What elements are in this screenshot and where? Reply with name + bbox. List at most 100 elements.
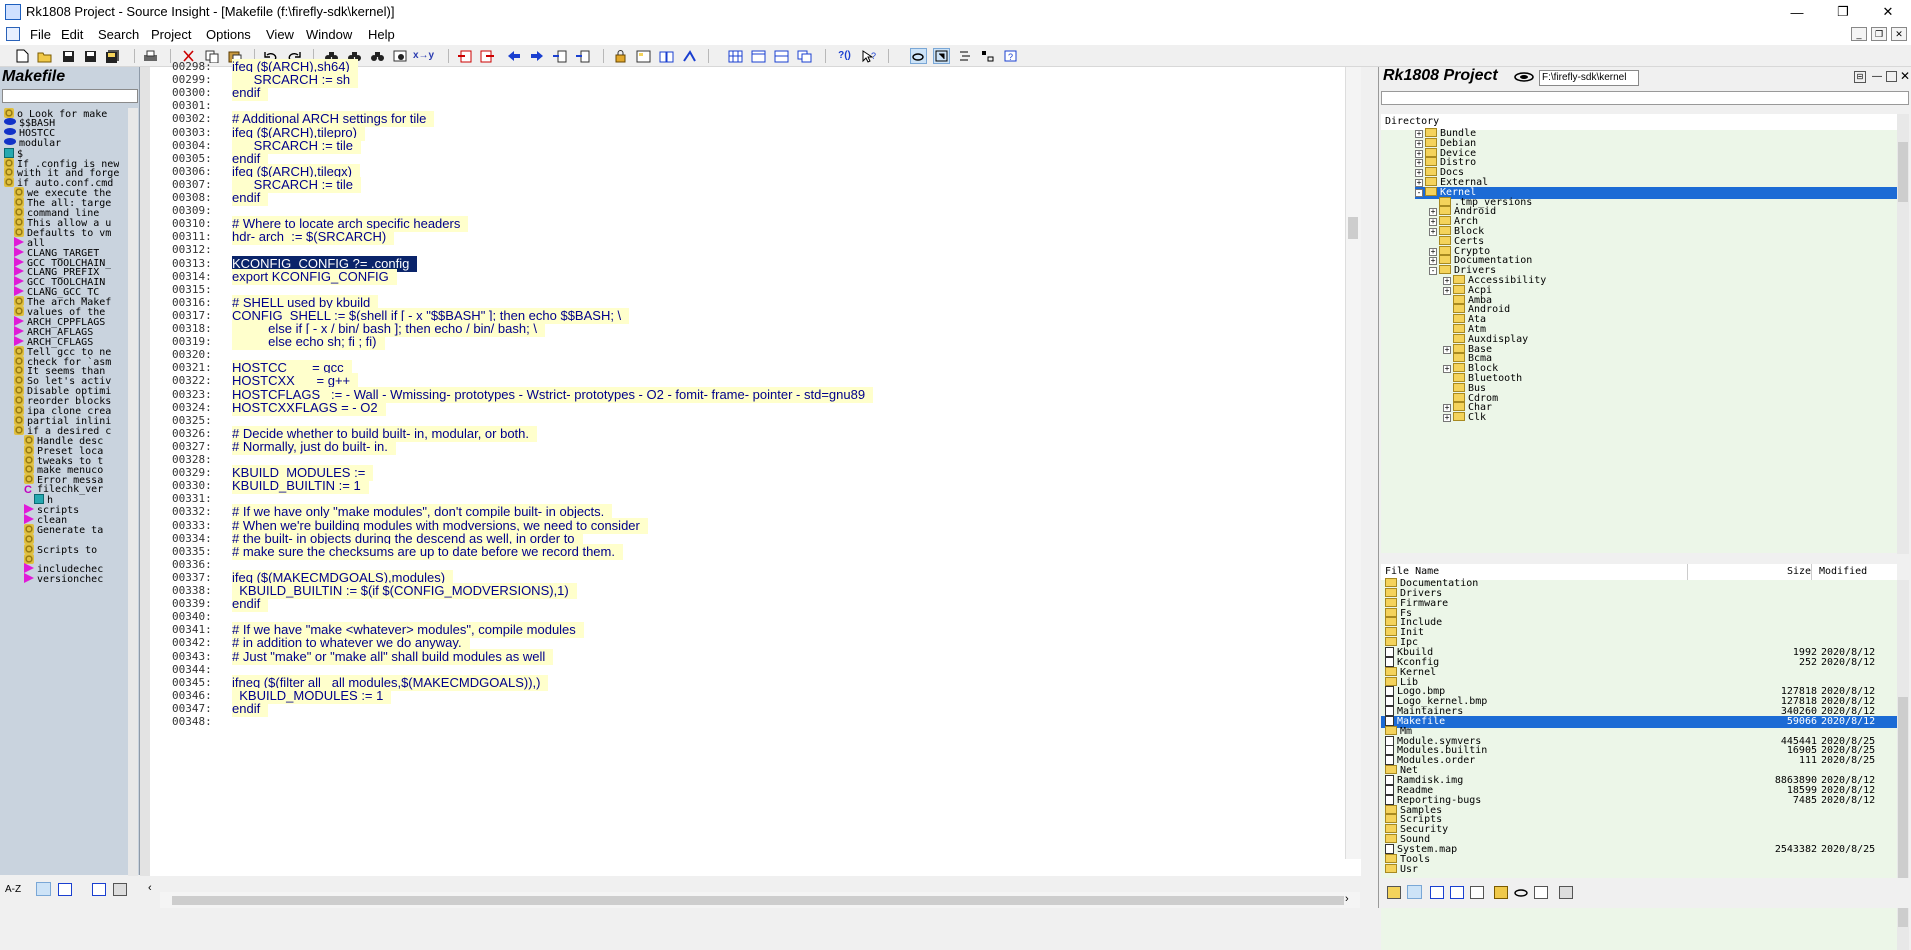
code-line[interactable]: KBUILD_BUILTIN := 1 [232, 478, 369, 495]
document-icon[interactable] [6, 27, 20, 41]
close-button[interactable]: ✕ [1865, 0, 1911, 24]
save-all-icon[interactable] [104, 48, 121, 64]
panel-pin-icon[interactable]: ⊟ [1854, 71, 1866, 83]
category-icon[interactable] [1470, 886, 1484, 899]
expand-icon[interactable]: + [1429, 247, 1437, 256]
settings-icon[interactable] [113, 883, 127, 896]
relation-graph-icon[interactable] [933, 48, 950, 64]
expand-icon[interactable]: + [1443, 286, 1451, 295]
search-forward-icon[interactable] [369, 48, 386, 64]
bookmark-forward-icon[interactable] [479, 48, 496, 64]
new-file-icon[interactable] [14, 48, 31, 64]
open-folder-icon[interactable] [36, 48, 53, 64]
book-icon[interactable] [1450, 886, 1464, 899]
splitter[interactable] [1361, 67, 1378, 876]
layout-cascade-icon[interactable] [796, 48, 813, 64]
mdi-close-button[interactable]: ✕ [1891, 27, 1907, 41]
mdi-minimize-button[interactable]: _ [1851, 27, 1867, 41]
expand-icon[interactable]: + [1429, 257, 1437, 266]
expand-icon[interactable]: + [1443, 345, 1451, 354]
scroll-right-icon[interactable]: › [1345, 893, 1349, 905]
symbol-list[interactable]: o Look for make $$BASH HOSTCC modular $ If .c… [4, 108, 128, 908]
code-line[interactable]: hdr- arch := $(SRCARCH) [232, 229, 395, 246]
menu-file[interactable]: File [30, 27, 51, 42]
category-view-icon[interactable] [58, 883, 72, 896]
save-icon[interactable] [60, 48, 77, 64]
context-help-icon[interactable]: ? [860, 48, 877, 64]
book-icon[interactable] [92, 883, 106, 896]
list-view-icon[interactable] [36, 882, 51, 896]
symbol-list-scrollbar[interactable] [128, 108, 138, 878]
menu-view[interactable]: View [266, 27, 294, 42]
tree-node[interactable]: + Clk [1443, 412, 1486, 424]
project-path-field[interactable]: F:\firefly-sdk\kernel [1539, 70, 1639, 86]
print-icon[interactable] [142, 48, 159, 64]
menu-search[interactable]: Search [98, 27, 139, 42]
panel-minimize-icon[interactable]: — [1872, 71, 1882, 82]
open-folder-icon[interactable] [1494, 886, 1508, 899]
browse-icon[interactable] [681, 48, 698, 64]
sort-az-button[interactable]: A-Z [5, 884, 21, 895]
menu-options[interactable]: Options [206, 27, 251, 42]
file-row[interactable]: Usr [1381, 863, 1897, 876]
project-sync-icon[interactable] [1513, 71, 1535, 83]
project-sync-icon[interactable] [1514, 886, 1528, 899]
expand-icon[interactable]: + [1415, 139, 1423, 148]
symbol-filter-input[interactable] [2, 89, 138, 103]
expand-icon[interactable]: + [1443, 414, 1451, 423]
scroll-left-icon[interactable]: ‹ [148, 882, 152, 894]
go-back-icon[interactable] [505, 48, 522, 64]
expand-icon[interactable]: + [1429, 218, 1437, 227]
settings-icon[interactable] [1559, 886, 1573, 899]
expand-icon[interactable]: + [1443, 404, 1451, 413]
save-as-icon[interactable] [82, 48, 99, 64]
code-line[interactable]: export KCONFIG_CONFIG [232, 268, 397, 285]
layout-split-icon[interactable] [773, 48, 790, 64]
minimize-button[interactable]: — [1774, 0, 1820, 24]
sync-icon[interactable] [910, 48, 927, 64]
bookmark-back-icon[interactable] [456, 48, 473, 64]
expand-icon[interactable]: + [1415, 169, 1423, 178]
folder-view-icon[interactable] [1387, 886, 1401, 899]
go-forward-icon[interactable] [528, 48, 545, 64]
editor-vertical-scrollbar[interactable] [1345, 67, 1361, 859]
directory-scroll-thumb[interactable] [1898, 142, 1908, 202]
code-line[interactable]: # Normally, just do built- in. [232, 438, 396, 455]
code-line[interactable]: KBUILD_BUILTIN := $(if $(CONFIG_MODVERSI… [232, 583, 577, 599]
context-window-icon[interactable] [658, 48, 675, 64]
editor-vertical-scroll-thumb[interactable] [1348, 217, 1358, 239]
file-list-view-icon[interactable] [1407, 885, 1422, 899]
menu-project[interactable]: Project [151, 27, 191, 42]
code-line[interactable] [232, 714, 240, 730]
jump-forward-icon[interactable] [574, 48, 591, 64]
menu-edit[interactable]: Edit [61, 27, 83, 42]
layout-grid-icon[interactable] [727, 48, 744, 64]
mdi-restore-button[interactable]: ❐ [1871, 27, 1887, 41]
symbol-view-icon[interactable] [1430, 886, 1444, 899]
outline-icon[interactable] [956, 48, 973, 64]
collapse-icon[interactable]: - [1415, 188, 1423, 197]
project-filter-input[interactable] [1381, 91, 1909, 105]
code-line[interactable]: # make sure the checksums are up to date… [232, 543, 623, 560]
lock-icon[interactable] [612, 48, 629, 64]
directory-tree[interactable]: + Bundle + Debian + Device + Distro + Docs + Extern… [1381, 128, 1897, 553]
expand-icon[interactable]: + [1429, 208, 1437, 217]
document-icon[interactable] [1534, 886, 1548, 899]
search-files-icon[interactable] [392, 48, 409, 64]
expand-icon[interactable]: + [1443, 277, 1451, 285]
expand-icon[interactable]: + [1415, 179, 1423, 187]
replace-icon[interactable]: x→y [413, 48, 434, 64]
code-line[interactable]: else echo sh; fi ; fi) [232, 334, 385, 351]
maximize-button[interactable]: ❐ [1820, 0, 1866, 24]
symbol-info-icon[interactable]: ?() [836, 48, 853, 64]
code-line[interactable]: HOSTCXXFLAGS = - O2 [232, 399, 386, 416]
collapse-icon[interactable]: - [1429, 267, 1437, 276]
layout-single-icon[interactable] [750, 48, 767, 64]
tree-view-icon[interactable] [979, 48, 996, 64]
expand-icon[interactable]: + [1415, 159, 1423, 168]
source-editor[interactable]: 00298: ifeq ($(ARCH),sh64) 00299: SRCARCH … [140, 59, 1361, 876]
menu-window[interactable]: Window [306, 27, 352, 42]
panel-maximize-icon[interactable] [1886, 71, 1897, 82]
panel-close-icon[interactable]: ✕ [1900, 69, 1910, 83]
expand-icon[interactable]: + [1443, 365, 1451, 374]
